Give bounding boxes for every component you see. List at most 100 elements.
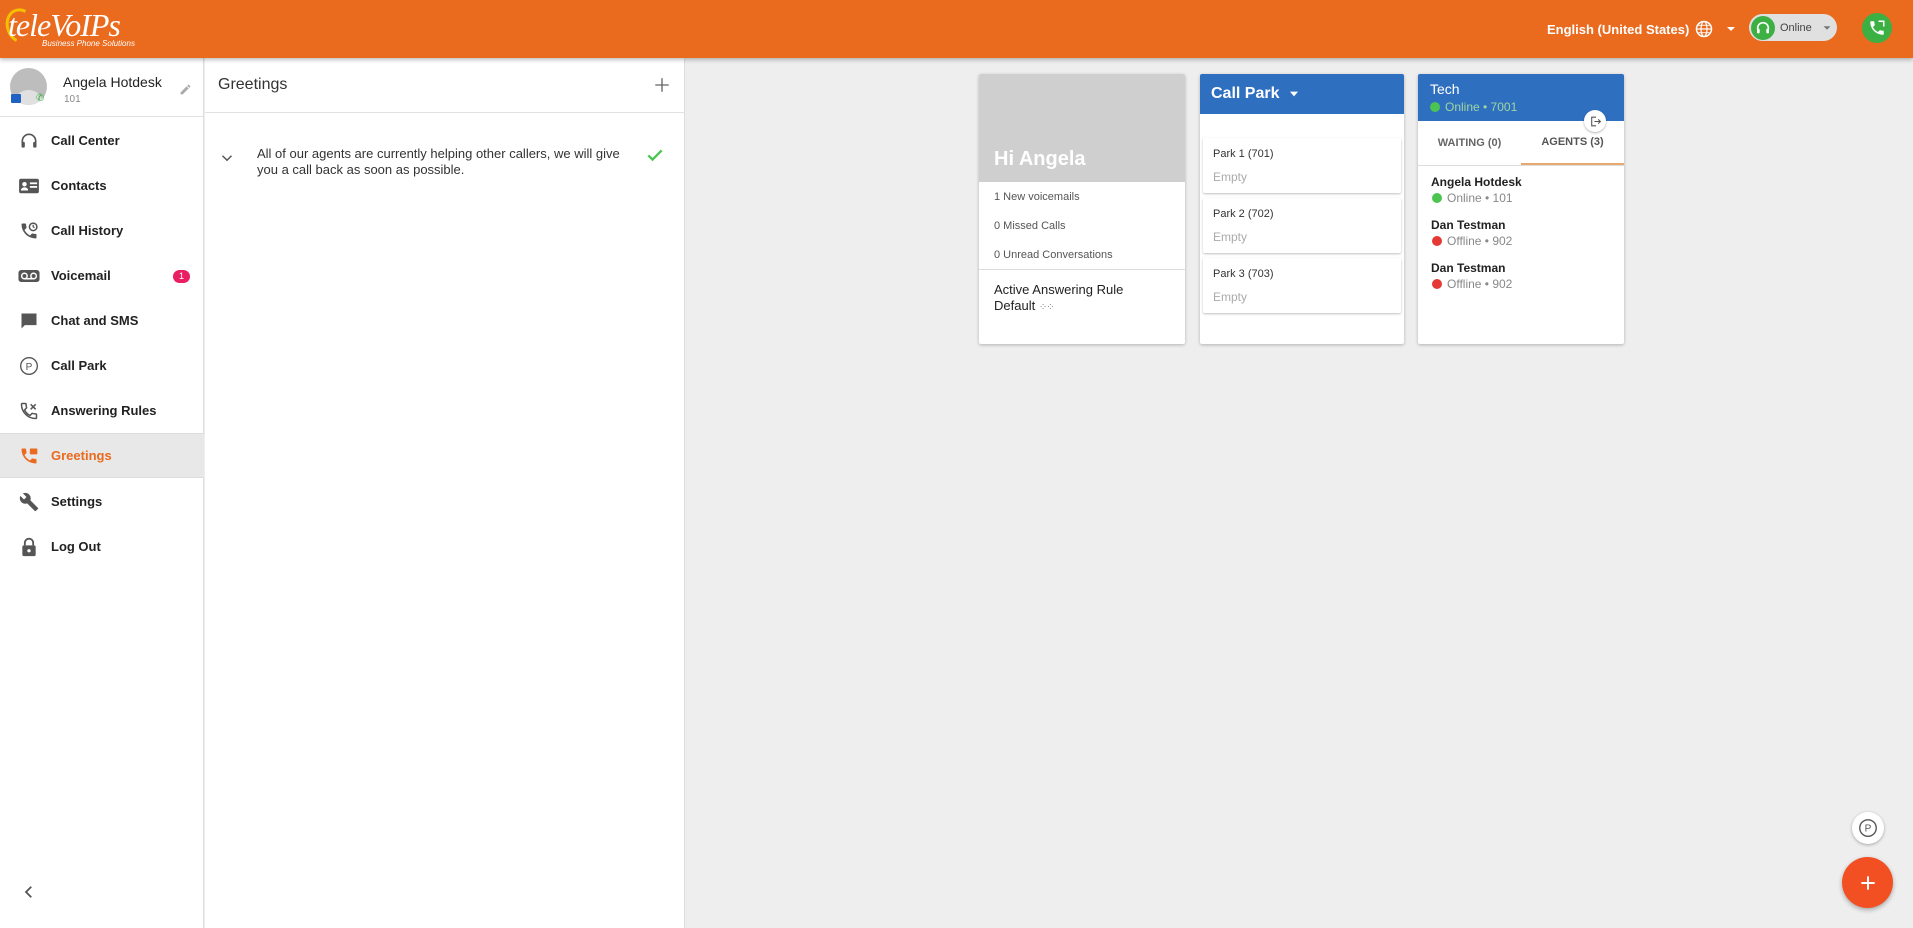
sidebar-item-contacts[interactable]: Contacts (0, 163, 204, 208)
sidebar-item-call-history[interactable]: Call History (0, 208, 204, 253)
greetings-header: Greetings (205, 58, 684, 113)
park-slot-name: Park 2 (702) (1213, 208, 1274, 220)
leave-queue-button[interactable] (1584, 110, 1606, 132)
svg-text:P: P (1865, 824, 1872, 835)
sidebar-item-call-park[interactable]: P Call Park (0, 343, 204, 388)
greeting-heading: Hi Angela (994, 148, 1086, 170)
chevron-down-icon (1727, 27, 1736, 31)
park-icon: P (18, 355, 40, 377)
contact-card-icon (18, 175, 40, 197)
language-label: English (United States) (1547, 21, 1690, 37)
agent-list-item[interactable]: Dan Testman Offline • 902 (1418, 212, 1624, 255)
park-slot[interactable]: Park 3 (703) Empty (1203, 258, 1401, 313)
brand-logo[interactable]: teleVoIPs Business Phone Solutions (0, 3, 138, 50)
offline-dot-icon (1432, 279, 1442, 289)
queue-header: Tech Online • 7001 (1418, 74, 1624, 132)
park-slot-status: Empty (1213, 170, 1248, 184)
sidebar-item-chat-and-sms[interactable]: Chat and SMS (0, 298, 204, 343)
sidebar-item-log-out[interactable]: Log Out (0, 524, 204, 569)
profile-extension: 101 (64, 94, 81, 105)
sidebar-item-label: Call Park (51, 358, 107, 373)
agent-list-item[interactable]: Dan Testman Offline • 902 (1418, 255, 1624, 298)
page-title: Greetings (218, 76, 288, 93)
pencil-icon[interactable] (179, 83, 192, 96)
headset-icon (18, 130, 40, 152)
park-slot[interactable]: Park 2 (702) Empty (1203, 198, 1401, 253)
logout-icon (1590, 116, 1601, 126)
sidebar-item-label: Settings (51, 494, 103, 509)
chat-icon (18, 310, 40, 332)
tab-waiting[interactable]: WAITING (0) (1418, 121, 1521, 165)
answering-rule-value-row: Default ⁘⁘ (994, 298, 1170, 316)
device-icon (11, 94, 21, 103)
park-slot[interactable]: Park 1 (701) Empty (1203, 138, 1401, 193)
call-park-card: Call Park Park 1 (701) Empty Park 2 (702… (1200, 74, 1404, 344)
agent-status-text: Offline • 902 (1447, 277, 1513, 291)
queue-status: Online • 7001 (1430, 100, 1517, 114)
sidebar-item-label: Log Out (51, 539, 101, 554)
add-fab-button[interactable] (1842, 857, 1893, 908)
agent-status-text: Online • 101 (1447, 191, 1513, 205)
sidebar-item-call-center[interactable]: Call Center (0, 118, 204, 163)
presence-status-selector[interactable]: Online (1749, 14, 1837, 41)
unread-conversations-link[interactable]: 0 Unread Conversations (979, 240, 1185, 269)
plus-icon (1860, 875, 1875, 890)
sidebar-item-label: Call History (51, 223, 124, 238)
park-slot-status: Empty (1213, 230, 1248, 244)
greeting-item[interactable]: All of our agents are currently helping … (205, 143, 684, 193)
tab-agents[interactable]: AGENTS (3) (1521, 121, 1624, 165)
offline-dot-icon (1432, 236, 1442, 246)
dialer-button[interactable] (1862, 13, 1892, 43)
greetings-icon (18, 445, 40, 467)
phone-icon (1870, 20, 1885, 35)
sidebar-item-label: Greetings (51, 448, 112, 463)
park-slot-name: Park 3 (703) (1213, 268, 1274, 280)
active-answering-rule[interactable]: Active Answering Rule Default ⁘⁘ (979, 269, 1185, 328)
logo-tagline: Business Phone Solutions (42, 39, 135, 48)
globe-icon (1696, 20, 1713, 38)
user-profile[interactable]: ✆ Angela Hotdesk 101 (0, 58, 203, 117)
queue-name: Tech (1430, 81, 1460, 97)
sidebar-item-settings[interactable]: Settings (0, 479, 204, 524)
call-queue-card: Tech Online • 7001 WAITING (0) AGENTS (3… (1418, 74, 1624, 344)
checkmark-icon[interactable] (645, 145, 665, 165)
sidebar-item-greetings[interactable]: Greetings (0, 433, 204, 478)
sidebar-item-label: Call Center (51, 133, 120, 148)
profile-name: Angela Hotdesk (63, 74, 162, 90)
sidebar-item-answering-rules[interactable]: Answering Rules (0, 388, 204, 433)
sidebar: ✆ Angela Hotdesk 101 Call Center Contact… (0, 58, 204, 928)
voicemail-count-badge: 1 (173, 270, 190, 283)
sidebar-item-voicemail[interactable]: Voicemail 1 (0, 253, 204, 298)
caret-down-icon (1290, 91, 1299, 97)
voicemail-icon (18, 265, 40, 287)
agent-list-item[interactable]: Angela Hotdesk Online • 101 (1418, 169, 1624, 212)
language-selector[interactable]: English (United States) (1547, 19, 1739, 39)
chevron-left-icon[interactable] (20, 883, 38, 901)
answering-rules-icon (18, 400, 40, 422)
sidebar-item-label: Chat and SMS (51, 313, 139, 328)
agent-name: Dan Testman (1431, 261, 1506, 275)
call-park-title: Call Park (1211, 85, 1280, 102)
sidebar-item-label: Answering Rules (51, 403, 157, 418)
greeting-text: All of our agents are currently helping … (257, 146, 620, 177)
summary-card-header: Hi Angela (979, 74, 1185, 182)
agent-status: Offline • 902 (1432, 277, 1512, 291)
call-park-fab[interactable]: P (1852, 812, 1884, 844)
call-park-header[interactable]: Call Park (1200, 74, 1404, 114)
phone-status-icon: ✆ (36, 93, 45, 104)
presence-status-label: Online (1780, 21, 1812, 34)
answering-rule-label: Active Answering Rule (994, 282, 1124, 297)
new-voicemails-link[interactable]: 1 New voicemails (979, 182, 1185, 211)
park-icon: P (1859, 819, 1877, 837)
agent-status: Online • 101 (1432, 191, 1513, 205)
answering-rule-value: Default (994, 298, 1036, 313)
chevron-down-icon[interactable] (218, 149, 236, 167)
add-greeting-button[interactable] (653, 76, 671, 94)
missed-calls-link[interactable]: 0 Missed Calls (979, 211, 1185, 240)
agent-status: Offline • 902 (1432, 234, 1512, 248)
sidebar-item-label: Contacts (51, 178, 107, 193)
agent-name: Dan Testman (1431, 218, 1506, 232)
park-slot-status: Empty (1213, 290, 1248, 304)
top-bar: teleVoIPs Business Phone Solutions Engli… (0, 0, 1913, 58)
wrench-icon (18, 491, 40, 513)
